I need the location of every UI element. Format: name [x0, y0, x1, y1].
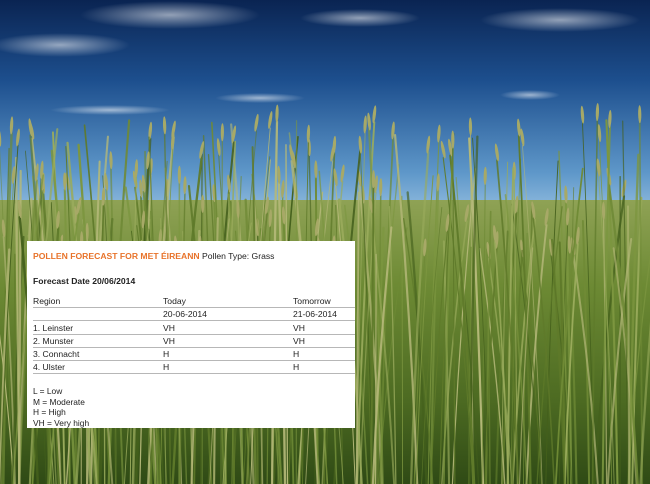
- region-cell: 3. Connacht: [33, 347, 163, 361]
- region-cell: 1. Leinster: [33, 320, 163, 335]
- legend-item: H = High: [33, 407, 66, 418]
- today-cell: H: [163, 360, 293, 375]
- pollen-forecast-panel: POLLEN FORECAST FOR MET ÉIREANN Pollen T…: [27, 241, 355, 428]
- forecast-date: Forecast Date 20/06/2014: [33, 276, 136, 286]
- column-header-region: Region: [33, 295, 163, 309]
- table-row: 4. Ulster H H: [33, 360, 355, 375]
- date-cell-region: [33, 307, 163, 322]
- tomorrow-cell: VH: [293, 320, 355, 335]
- legend: L = Low M = Moderate H = High VH = Very …: [33, 386, 349, 428]
- table-row: 3. Connacht H H: [33, 347, 355, 361]
- pollen-type: Pollen Type: Grass: [202, 251, 275, 261]
- today-cell: VH: [163, 320, 293, 335]
- today-cell: H: [163, 347, 293, 361]
- legend-item: M = Moderate: [33, 396, 85, 407]
- forecast-table: Region Today Tomorrow 20-06-2014 21-06-2…: [33, 295, 355, 375]
- today-cell: VH: [163, 334, 293, 348]
- tomorrow-cell: H: [293, 347, 355, 361]
- table-dates-row: 20-06-2014 21-06-2014: [33, 307, 355, 322]
- tomorrow-cell: H: [293, 360, 355, 375]
- tomorrow-cell: VH: [293, 334, 355, 348]
- date-cell-today: 20-06-2014: [163, 307, 293, 322]
- table-header-row: Region Today Tomorrow: [33, 295, 355, 309]
- table-row: 1. Leinster VH VH: [33, 320, 355, 335]
- table-row: 2. Munster VH VH: [33, 334, 355, 348]
- column-header-today: Today: [163, 295, 293, 309]
- date-cell-tomorrow: 21-06-2014: [293, 307, 355, 322]
- region-cell: 4. Ulster: [33, 360, 163, 375]
- title-line: POLLEN FORECAST FOR MET ÉIREANN Pollen T…: [33, 250, 349, 263]
- column-header-tomorrow: Tomorrow: [293, 295, 355, 309]
- forecast-title: POLLEN FORECAST FOR MET ÉIREANN: [33, 251, 200, 261]
- region-cell: 2. Munster: [33, 334, 163, 348]
- legend-item: VH = Very high: [33, 417, 90, 428]
- legend-item: L = Low: [33, 386, 63, 397]
